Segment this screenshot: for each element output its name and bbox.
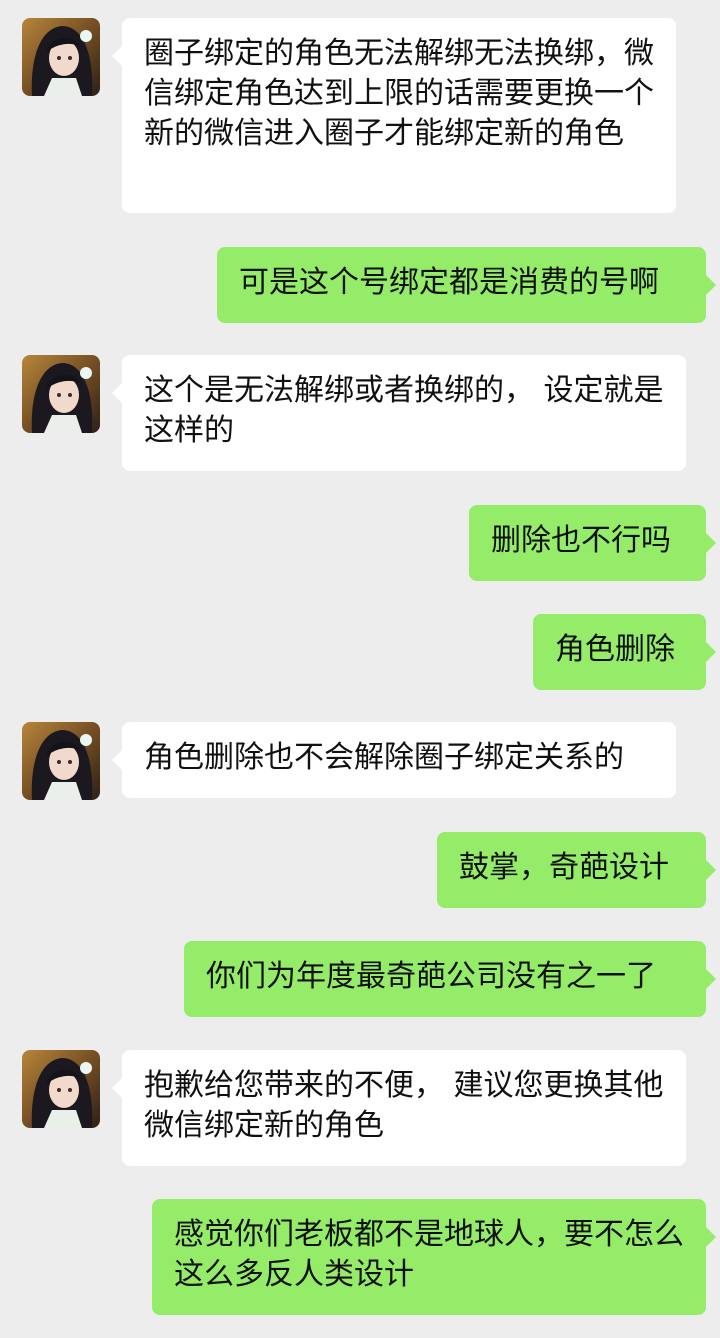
anime-character-avatar-icon xyxy=(31,363,93,433)
incoming-message-bubble[interactable]: 这个是无法解绑或者换绑的， 设定就是这样的 xyxy=(112,355,686,471)
anime-character-avatar-icon xyxy=(31,730,93,800)
anime-character-avatar-icon xyxy=(31,1058,93,1128)
incoming-message-bubble[interactable]: 圈子绑定的角色无法解绑无法换绑，微信绑定角色达到上限的话需要更换一个新的微信进入… xyxy=(112,18,676,213)
outgoing-message-bubble[interactable]: 鼓掌，奇葩设计 xyxy=(437,832,716,908)
outgoing-message-bubble[interactable]: 角色删除 xyxy=(533,614,716,690)
incoming-message-bubble[interactable]: 角色删除也不会解除圈子绑定关系的 xyxy=(112,722,676,798)
agent-avatar[interactable] xyxy=(22,18,100,96)
incoming-message-bubble[interactable]: 抱歉给您带来的不便， 建议您更换其他微信绑定新的角色 xyxy=(112,1050,686,1166)
outgoing-message-bubble[interactable]: 你们为年度最奇葩公司没有之一了 xyxy=(184,941,716,1017)
outgoing-message-bubble[interactable]: 删除也不行吗 xyxy=(469,505,716,581)
chat-window: 圈子绑定的角色无法解绑无法换绑，微信绑定角色达到上限的话需要更换一个新的微信进入… xyxy=(0,0,720,1338)
anime-character-avatar-icon xyxy=(31,26,93,96)
outgoing-message-bubble[interactable]: 感觉你们老板都不是地球人，要不怎么这么多反人类设计 xyxy=(152,1199,716,1315)
outgoing-message-bubble[interactable]: 可是这个号绑定都是消费的号啊 xyxy=(217,247,716,323)
agent-avatar[interactable] xyxy=(22,1050,100,1128)
agent-avatar[interactable] xyxy=(22,722,100,800)
agent-avatar[interactable] xyxy=(22,355,100,433)
